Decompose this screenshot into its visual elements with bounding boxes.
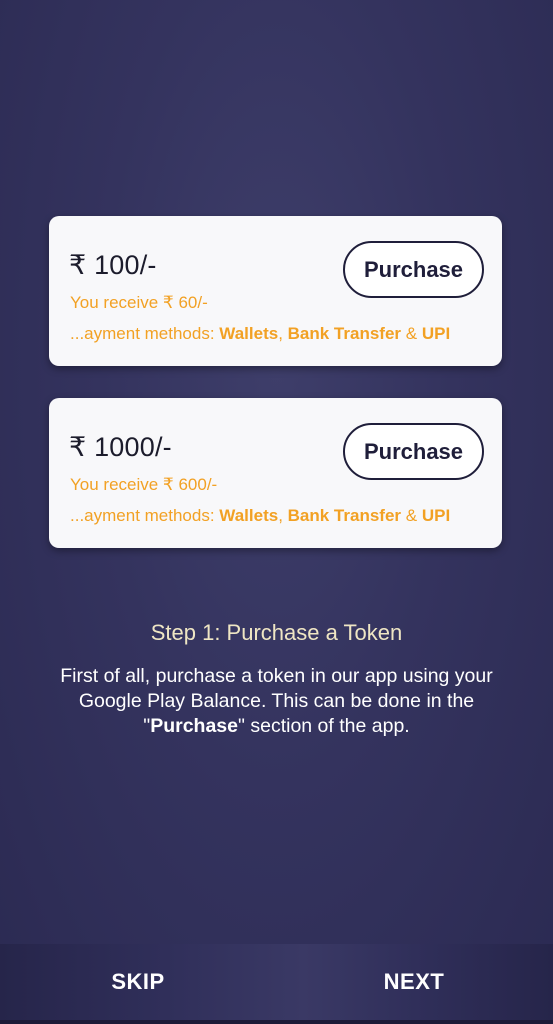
methods-separator: &	[401, 506, 422, 525]
payment-methods-label: ...ayment methods:	[70, 506, 220, 525]
step-title: Step 1: Purchase a Token	[150, 620, 403, 645]
plan-price: ₹ 100/-	[69, 250, 157, 280]
plan-card-100: ₹ 100/- You receive ₹ 60/- ...ayment met…	[49, 216, 502, 366]
bottom-divider	[0, 1020, 553, 1024]
method-wallets: Wallets	[219, 324, 279, 343]
step-description-highlight: Purchase	[150, 715, 239, 737]
plan-card-1000: ₹ 1000/- You receive ₹ 600/- ...ayment m…	[49, 398, 502, 548]
method-upi: UPI	[421, 506, 451, 525]
plan-price: ₹ 1000/-	[69, 432, 172, 462]
method-wallets: Wallets	[219, 506, 279, 525]
method-bank-transfer: Bank Transfer	[287, 506, 402, 525]
methods-separator: ,	[278, 506, 288, 525]
plan-receive-amount: You receive ₹ 60/-	[70, 293, 208, 312]
bottom-navigation-bar: SKIP NEXT	[0, 944, 553, 1024]
plan-payment-methods: ...ayment methods: Wallets, Bank Transfe…	[70, 324, 450, 344]
purchase-button[interactable]: Purchase	[343, 423, 484, 480]
method-upi: UPI	[421, 324, 451, 343]
step-description-text-end: " section of the app.	[238, 715, 410, 737]
purchase-button[interactable]: Purchase	[343, 241, 484, 298]
plan-receive-amount: You receive ₹ 600/-	[70, 475, 218, 494]
payment-methods-label: ...ayment methods:	[70, 324, 220, 343]
method-bank-transfer: Bank Transfer	[287, 324, 402, 343]
plan-payment-methods: ...ayment methods: Wallets, Bank Transfe…	[70, 506, 450, 526]
skip-button[interactable]: SKIP	[60, 944, 216, 1020]
methods-separator: &	[401, 324, 422, 343]
step-description: First of all, purchase a token in our ap…	[30, 664, 523, 739]
methods-separator: ,	[278, 324, 288, 343]
onboarding-screen: ₹ 100/- You receive ₹ 60/- ...ayment met…	[0, 0, 553, 1024]
next-button[interactable]: NEXT	[336, 944, 492, 1020]
